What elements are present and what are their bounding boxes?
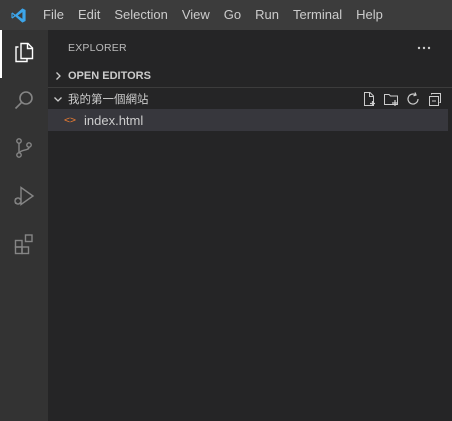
activity-search[interactable] bbox=[0, 78, 48, 126]
menu-edit[interactable]: Edit bbox=[71, 0, 107, 30]
menu-go[interactable]: Go bbox=[217, 0, 248, 30]
search-icon bbox=[12, 88, 36, 116]
menu-bar: File Edit Selection View Go Run Terminal… bbox=[36, 0, 390, 30]
chevron-right-icon bbox=[48, 65, 68, 87]
vscode-logo-icon bbox=[0, 0, 36, 30]
explorer-sidebar: EXPLORER OPEN EDITORS 我的第一個網站 <> index.h… bbox=[48, 30, 452, 421]
menu-terminal[interactable]: Terminal bbox=[286, 0, 349, 30]
run-debug-icon bbox=[12, 184, 36, 212]
sidebar-header: EXPLORER bbox=[48, 30, 452, 65]
file-row-index-html[interactable]: <> index.html bbox=[48, 109, 448, 131]
menu-run[interactable]: Run bbox=[248, 0, 286, 30]
new-file-icon[interactable] bbox=[358, 88, 380, 110]
activity-bar bbox=[0, 30, 48, 421]
open-editors-section[interactable]: OPEN EDITORS bbox=[48, 65, 452, 87]
activity-explorer[interactable] bbox=[0, 30, 48, 78]
title-bar: File Edit Selection View Go Run Terminal… bbox=[0, 0, 452, 30]
chevron-down-icon bbox=[48, 88, 68, 110]
html-file-icon: <> bbox=[64, 114, 77, 126]
explorer-icon bbox=[12, 40, 36, 68]
menu-file[interactable]: File bbox=[36, 0, 71, 30]
source-control-icon bbox=[12, 136, 36, 164]
menu-help[interactable]: Help bbox=[349, 0, 390, 30]
sidebar-title: EXPLORER bbox=[68, 42, 127, 54]
ellipsis-icon[interactable] bbox=[414, 38, 434, 58]
extensions-icon bbox=[12, 232, 36, 260]
file-name: index.html bbox=[84, 112, 144, 128]
menu-view[interactable]: View bbox=[175, 0, 217, 30]
workspace-folder-label: 我的第一個網站 bbox=[68, 92, 149, 106]
activity-extensions[interactable] bbox=[0, 222, 48, 270]
new-folder-icon[interactable] bbox=[380, 88, 402, 110]
open-editors-label: OPEN EDITORS bbox=[68, 70, 151, 82]
collapse-all-icon[interactable] bbox=[424, 88, 446, 110]
workspace-folder-section[interactable]: 我的第一個網站 bbox=[48, 88, 452, 110]
refresh-icon[interactable] bbox=[402, 88, 424, 110]
menu-selection[interactable]: Selection bbox=[107, 0, 174, 30]
activity-source-control[interactable] bbox=[0, 126, 48, 174]
activity-run-debug[interactable] bbox=[0, 174, 48, 222]
folder-actions bbox=[358, 88, 446, 110]
